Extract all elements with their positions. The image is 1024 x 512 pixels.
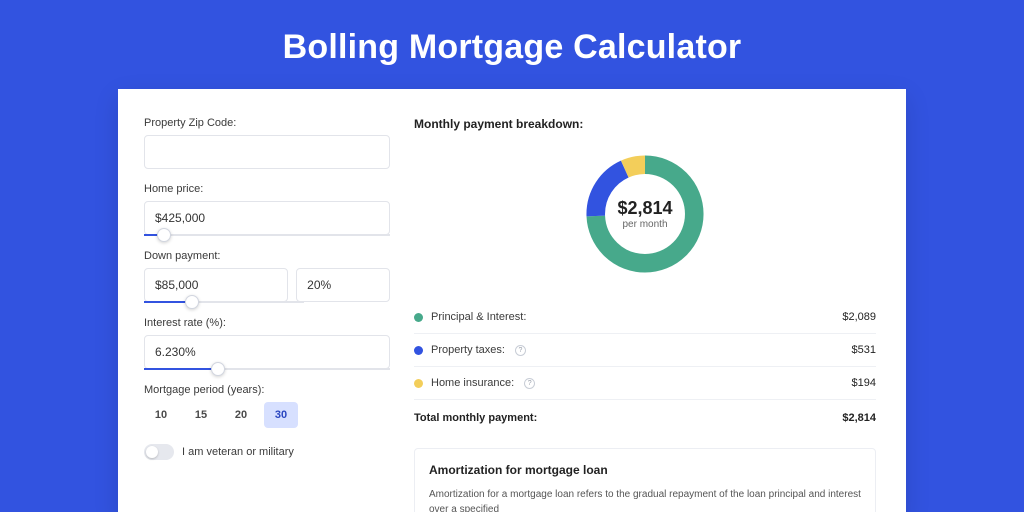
period-20-button[interactable]: 20	[224, 402, 258, 428]
page-title: Bolling Mortgage Calculator	[283, 28, 742, 67]
calculator-card: Property Zip Code: Home price: Down paym…	[118, 89, 906, 512]
donut-amount: $2,814	[617, 198, 672, 219]
down-payment-slider-thumb[interactable]	[185, 295, 199, 309]
period-label: Mortgage period (years):	[144, 384, 390, 396]
legend-taxes: Property taxes: ? $531	[414, 334, 876, 367]
donut-center: $2,814 per month	[580, 149, 710, 279]
swatch-green-icon	[414, 313, 423, 322]
form-column: Property Zip Code: Home price: Down paym…	[118, 89, 408, 512]
legend-insurance-value: $194	[852, 377, 876, 389]
zip-field: Property Zip Code:	[144, 117, 390, 169]
veteran-toggle[interactable]	[144, 444, 174, 460]
interest-slider-thumb[interactable]	[211, 362, 225, 376]
down-payment-field: Down payment:	[144, 250, 390, 303]
interest-label: Interest rate (%):	[144, 317, 390, 329]
legend-insurance: Home insurance: ? $194	[414, 367, 876, 400]
veteran-toggle-knob	[146, 446, 158, 458]
down-payment-label: Down payment:	[144, 250, 390, 262]
interest-input[interactable]	[144, 335, 390, 369]
legend-principal-label: Principal & Interest:	[431, 311, 526, 323]
down-payment-slider[interactable]	[144, 301, 304, 303]
veteran-label: I am veteran or military	[182, 446, 294, 458]
home-price-field: Home price:	[144, 183, 390, 236]
period-30-button[interactable]: 30	[264, 402, 298, 428]
amortization-box: Amortization for mortgage loan Amortizat…	[414, 448, 876, 512]
veteran-row: I am veteran or military	[144, 444, 390, 460]
info-icon[interactable]: ?	[515, 345, 526, 356]
swatch-blue-icon	[414, 346, 423, 355]
period-15-button[interactable]: 15	[184, 402, 218, 428]
total-row: Total monthly payment: $2,814	[414, 400, 876, 436]
home-price-input[interactable]	[144, 201, 390, 235]
period-field: Mortgage period (years): 10 15 20 30	[144, 384, 390, 428]
zip-label: Property Zip Code:	[144, 117, 390, 129]
legend-principal: Principal & Interest: $2,089	[414, 301, 876, 334]
results-column: Monthly payment breakdown: $2,814 per mo…	[408, 89, 906, 512]
interest-field: Interest rate (%):	[144, 317, 390, 370]
swatch-yellow-icon	[414, 379, 423, 388]
donut-chart: $2,814 per month	[580, 149, 710, 279]
home-price-slider[interactable]	[144, 234, 390, 236]
info-icon[interactable]: ?	[524, 378, 535, 389]
breakdown-title: Monthly payment breakdown:	[414, 117, 876, 131]
legend-insurance-label: Home insurance:	[431, 377, 514, 389]
period-10-button[interactable]: 10	[144, 402, 178, 428]
total-value: $2,814	[842, 412, 876, 424]
legend-taxes-value: $531	[852, 344, 876, 356]
total-label: Total monthly payment:	[414, 412, 537, 424]
zip-input[interactable]	[144, 135, 390, 169]
down-payment-pct-input[interactable]	[296, 268, 390, 302]
home-price-slider-thumb[interactable]	[157, 228, 171, 242]
donut-sub: per month	[622, 219, 667, 230]
interest-slider[interactable]	[144, 368, 390, 370]
donut-wrap: $2,814 per month	[414, 149, 876, 279]
amortization-title: Amortization for mortgage loan	[429, 463, 861, 477]
legend-principal-value: $2,089	[842, 311, 876, 323]
amortization-text: Amortization for a mortgage loan refers …	[429, 487, 861, 512]
legend-taxes-label: Property taxes:	[431, 344, 505, 356]
down-payment-input[interactable]	[144, 268, 288, 302]
home-price-label: Home price:	[144, 183, 390, 195]
